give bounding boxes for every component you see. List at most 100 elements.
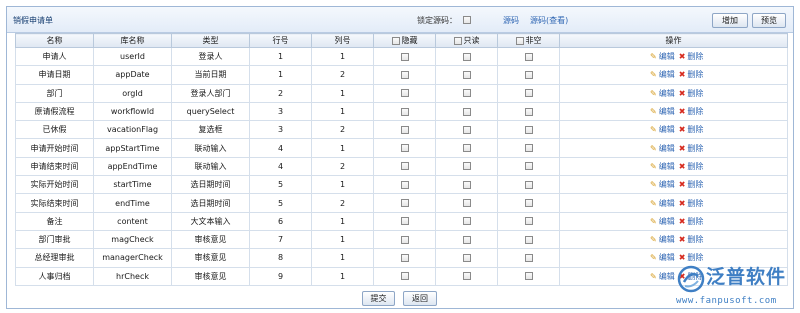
required-checkbox[interactable] xyxy=(524,52,533,61)
edit-button[interactable]: ✎ 编辑 xyxy=(650,144,675,153)
required-checkbox[interactable] xyxy=(524,180,533,189)
required-checkbox[interactable] xyxy=(524,144,533,153)
table-row: 实际开始时间 startTime 选日期时间 5 1 ✎ 编辑 ✖ 删除 xyxy=(15,175,788,195)
readonly-checkbox[interactable] xyxy=(462,89,471,98)
field-row-cell: 4 xyxy=(249,156,312,177)
edit-button[interactable]: ✎ 编辑 xyxy=(650,162,675,171)
submit-button[interactable]: 提交 xyxy=(362,291,395,306)
readonly-checkbox[interactable] xyxy=(462,144,471,153)
edit-button[interactable]: ✎ 编辑 xyxy=(650,235,675,244)
required-checkbox[interactable] xyxy=(524,125,533,134)
pencil-icon: ✎ xyxy=(650,143,657,153)
hidden-checkbox[interactable] xyxy=(400,125,409,134)
hidden-checkbox[interactable] xyxy=(400,199,409,208)
required-checkbox[interactable] xyxy=(524,253,533,262)
delete-button[interactable]: ✖ 删除 xyxy=(679,70,704,79)
field-col-cell: 1 xyxy=(311,175,374,195)
delete-button[interactable]: ✖ 删除 xyxy=(679,52,704,61)
delete-button[interactable]: ✖ 删除 xyxy=(679,144,704,153)
readonly-checkbox[interactable] xyxy=(462,70,471,79)
readonly-checkbox[interactable] xyxy=(462,217,471,226)
hidden-checkbox[interactable] xyxy=(400,70,409,79)
required-checkbox[interactable] xyxy=(524,162,533,171)
edit-label: 编辑 xyxy=(658,88,675,98)
required-checkbox[interactable] xyxy=(524,89,533,98)
edit-button[interactable]: ✎ 编辑 xyxy=(650,125,675,134)
edit-button[interactable]: ✎ 编辑 xyxy=(650,199,675,208)
source-view-link[interactable]: 源码(查看) xyxy=(530,15,568,26)
delete-button[interactable]: ✖ 删除 xyxy=(679,107,704,116)
delete-button[interactable]: ✖ 删除 xyxy=(679,235,704,244)
source-link[interactable]: 源码 xyxy=(503,15,519,26)
delete-button[interactable]: ✖ 删除 xyxy=(679,125,704,134)
hidden-checkbox[interactable] xyxy=(400,162,409,171)
delete-x-icon: ✖ xyxy=(678,235,686,245)
readonly-checkbox[interactable] xyxy=(462,272,471,281)
readonly-checkbox[interactable] xyxy=(462,107,471,116)
hidden-checkbox[interactable] xyxy=(400,217,409,226)
edit-button[interactable]: ✎ 编辑 xyxy=(650,70,675,79)
readonly-checkbox[interactable] xyxy=(462,199,471,208)
required-checkbox[interactable] xyxy=(524,235,533,244)
edit-button[interactable]: ✎ 编辑 xyxy=(650,107,675,116)
edit-button[interactable]: ✎ 编辑 xyxy=(650,217,675,226)
delete-button[interactable]: ✖ 删除 xyxy=(679,89,704,98)
hidden-checkbox[interactable] xyxy=(400,89,409,98)
hidden-checkbox[interactable] xyxy=(400,52,409,61)
required-all-checkbox[interactable] xyxy=(515,36,524,45)
hidden-checkbox[interactable] xyxy=(400,272,409,281)
readonly-checkbox[interactable] xyxy=(462,253,471,262)
edit-button[interactable]: ✎ 编辑 xyxy=(650,253,675,262)
edit-button[interactable]: ✎ 编辑 xyxy=(650,180,675,189)
field-row-cell: 7 xyxy=(249,229,312,250)
readonly-checkbox[interactable] xyxy=(462,235,471,244)
edit-button[interactable]: ✎ 编辑 xyxy=(650,89,675,98)
hidden-checkbox-cell xyxy=(373,46,436,67)
field-row-cell: 3 xyxy=(249,120,312,140)
readonly-checkbox[interactable] xyxy=(462,180,471,189)
hidden-checkbox[interactable] xyxy=(400,144,409,153)
required-checkbox[interactable] xyxy=(524,199,533,208)
readonly-checkbox[interactable] xyxy=(462,125,471,134)
field-row-cell: 3 xyxy=(249,101,312,122)
watermark-name: 泛普软件 xyxy=(706,266,787,288)
required-checkbox[interactable] xyxy=(524,217,533,226)
required-checkbox[interactable] xyxy=(524,70,533,79)
hidden-checkbox[interactable] xyxy=(400,180,409,189)
hidden-all-checkbox[interactable] xyxy=(391,36,400,45)
hidden-checkbox-cell xyxy=(373,120,436,140)
lock-source-label: 锁定源码： xyxy=(417,16,457,25)
edit-label: 编辑 xyxy=(658,107,675,117)
delete-label: 删除 xyxy=(687,88,704,98)
delete-button[interactable]: ✖ 删除 xyxy=(679,217,704,226)
hidden-checkbox[interactable] xyxy=(400,235,409,244)
field-col-cell: 1 xyxy=(311,138,374,158)
delete-button[interactable]: ✖ 删除 xyxy=(679,180,704,189)
delete-x-icon: ✖ xyxy=(678,107,686,117)
field-type-cell: 登录人 xyxy=(171,46,250,67)
required-checkbox[interactable] xyxy=(524,272,533,281)
hidden-checkbox-cell xyxy=(373,193,436,213)
field-row-cell: 9 xyxy=(249,266,312,286)
field-db-name-cell: managerCheck xyxy=(93,248,172,268)
field-row-cell: 4 xyxy=(249,138,312,158)
edit-button[interactable]: ✎ 编辑 xyxy=(650,272,675,281)
hidden-checkbox[interactable] xyxy=(400,107,409,116)
field-type-cell: 审核意见 xyxy=(171,248,250,268)
readonly-checkbox[interactable] xyxy=(462,162,471,171)
add-button[interactable]: 增加 xyxy=(712,13,748,28)
lock-source-checkbox[interactable] xyxy=(463,16,471,24)
preview-button[interactable]: 预览 xyxy=(752,13,786,28)
edit-label: 编辑 xyxy=(658,161,675,171)
delete-button[interactable]: ✖ 删除 xyxy=(679,199,704,208)
required-checkbox[interactable] xyxy=(524,107,533,116)
readonly-checkbox[interactable] xyxy=(462,52,471,61)
hidden-checkbox[interactable] xyxy=(400,253,409,262)
edit-label: 编辑 xyxy=(658,253,675,263)
edit-button[interactable]: ✎ 编辑 xyxy=(650,52,675,61)
field-name-cell: 实际开始时间 xyxy=(15,175,94,195)
edit-label: 编辑 xyxy=(658,198,675,208)
delete-button[interactable]: ✖ 删除 xyxy=(679,162,704,171)
readonly-all-checkbox[interactable] xyxy=(453,36,462,45)
back-button[interactable]: 返回 xyxy=(403,291,437,306)
